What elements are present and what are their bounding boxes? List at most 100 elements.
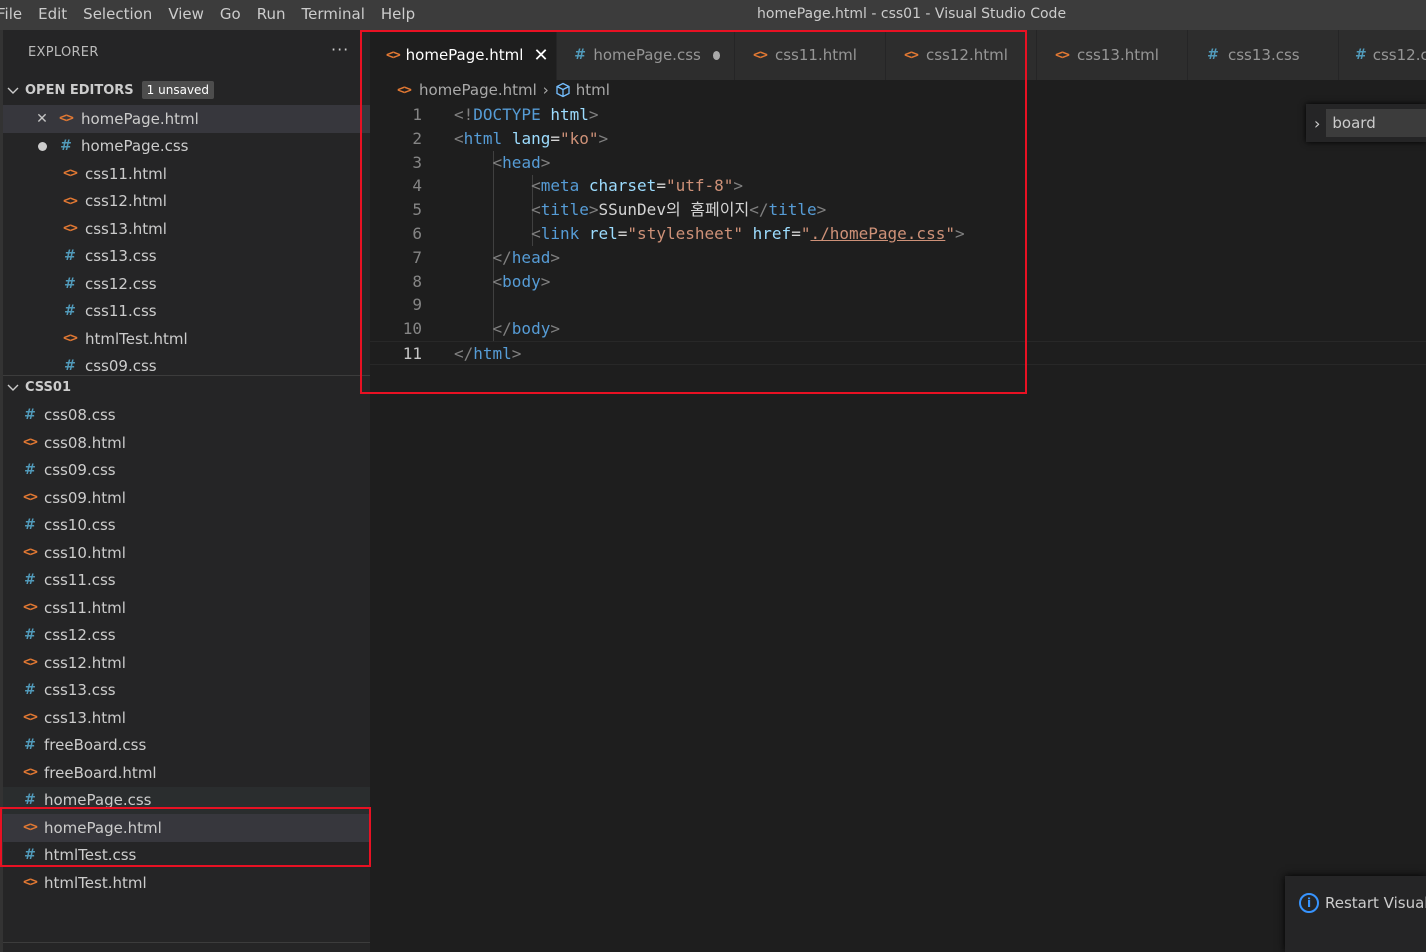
- tab-label: css12.html: [926, 46, 1008, 64]
- breadcrumb-symbol[interactable]: html: [576, 81, 610, 99]
- file-name: css07.html: [44, 393, 126, 397]
- open-editor-item[interactable]: <> css11.html: [3, 160, 370, 188]
- file-tree-item[interactable]: # css11.css: [3, 567, 370, 595]
- open-editor-item[interactable]: # css12.css: [3, 270, 370, 298]
- code-line: </html>: [454, 343, 522, 363]
- menu-terminal[interactable]: Terminal: [294, 0, 373, 30]
- line-number: 4: [412, 176, 422, 196]
- tab-css11-html[interactable]: <> css11.html: [735, 30, 886, 80]
- section-divider: [3, 942, 370, 943]
- tab-css13-css[interactable]: # css13.css: [1188, 30, 1339, 80]
- tab-label: css11.html: [775, 46, 857, 64]
- html-file-icon: <>: [23, 820, 38, 836]
- close-icon[interactable]: ✕: [31, 111, 53, 127]
- file-name: css08.css: [44, 406, 116, 425]
- file-name: htmlTest.html: [44, 873, 147, 892]
- css-file-icon: #: [60, 138, 72, 155]
- file-tree-item[interactable]: # css08.css: [3, 402, 370, 430]
- file-tree-item[interactable]: <> htmlTest.html: [3, 869, 370, 897]
- unsaved-dot-icon[interactable]: [712, 50, 720, 60]
- breadcrumb-file[interactable]: homePage.html: [419, 81, 537, 99]
- editor-tabs: <> homePage.html ✕ # homePage.css <> css11.htm…: [370, 30, 1426, 80]
- code-line: </body>: [492, 319, 560, 339]
- file-name: freeBoard.css: [44, 736, 147, 755]
- html-file-icon: <>: [753, 47, 768, 63]
- open-editor-item[interactable]: # homePage.css: [3, 133, 370, 161]
- menu-edit[interactable]: Edit: [30, 0, 75, 30]
- file-tree-item[interactable]: # css09.css: [3, 457, 370, 485]
- file-name: css12.html: [44, 653, 126, 672]
- file-tree-item[interactable]: <> css07.html: [3, 393, 370, 402]
- html-file-icon: <>: [23, 435, 38, 451]
- file-tree-item[interactable]: <> freeBoard.html: [3, 759, 370, 787]
- open-editor-item[interactable]: <> htmlTest.html: [3, 325, 370, 353]
- open-editors-header[interactable]: OPEN EDITORS 1 unsaved: [5, 79, 215, 101]
- code-editor[interactable]: 1 <!DOCTYPE html> 2 <html lang="ko"> 3 <he…: [370, 103, 1426, 365]
- file-tree-item[interactable]: <> css13.html: [3, 704, 370, 732]
- tab-homepage-css[interactable]: # homePage.css: [557, 30, 735, 80]
- open-editor-item[interactable]: <> css12.html: [3, 188, 370, 216]
- file-tree-item[interactable]: <> homePage.html: [3, 814, 370, 842]
- file-tree-item[interactable]: <> css12.html: [3, 649, 370, 677]
- html-file-icon: <>: [23, 545, 38, 561]
- open-editor-label: homePage.css: [81, 137, 189, 156]
- file-tree-item[interactable]: # css13.css: [3, 677, 370, 705]
- tab-homepage-html[interactable]: <> homePage.html ✕: [370, 30, 557, 80]
- menu-view[interactable]: View: [160, 0, 212, 30]
- code-line: <head>: [492, 152, 551, 172]
- open-editor-item[interactable]: # css13.css: [3, 243, 370, 271]
- tab-css12-css[interactable]: # css12.css: [1339, 30, 1426, 80]
- file-tree-item[interactable]: <> css08.html: [3, 429, 370, 457]
- open-editor-label: css11.css: [85, 302, 157, 321]
- menu-help[interactable]: Help: [373, 0, 423, 30]
- file-tree-item[interactable]: # homePage.css: [3, 786, 370, 814]
- menu-run[interactable]: Run: [249, 0, 294, 30]
- file-tree-item[interactable]: <> css09.html: [3, 484, 370, 512]
- file-tree-item[interactable]: <> css10.html: [3, 539, 370, 567]
- file-tree-item[interactable]: # css12.css: [3, 622, 370, 650]
- html-file-icon: <>: [23, 765, 38, 781]
- file-name: css09.css: [44, 461, 116, 480]
- open-editor-item[interactable]: # css11.css: [3, 298, 370, 326]
- file-name: homePage.html: [44, 818, 162, 837]
- unsaved-dot-icon[interactable]: [31, 141, 53, 151]
- file-name: css10.css: [44, 516, 116, 535]
- window-title: homePage.html - css01 - Visual Studio Co…: [757, 6, 1067, 22]
- file-tree-item[interactable]: # css10.css: [3, 512, 370, 540]
- tab-css13-html[interactable]: <> css13.html: [1037, 30, 1188, 80]
- line-number: 7: [412, 247, 422, 267]
- code-line: <meta charset="utf-8">: [531, 176, 744, 196]
- toggle-replace-chevron-icon[interactable]: ›: [1314, 114, 1320, 133]
- file-tree-item[interactable]: # htmlTest.css: [3, 842, 370, 870]
- file-tree-item[interactable]: <> css11.html: [3, 594, 370, 622]
- html-file-icon: <>: [397, 82, 412, 98]
- html-file-icon: <>: [23, 655, 38, 671]
- open-editor-label: htmlTest.html: [85, 329, 188, 348]
- open-editor-item[interactable]: ✕ <> homePage.html: [3, 105, 370, 133]
- more-actions-icon[interactable]: ···: [331, 40, 349, 59]
- line-number: 9: [412, 295, 422, 315]
- line-number: 2: [412, 128, 422, 148]
- explorer-title: EXPLORER: [28, 45, 99, 60]
- menu-go[interactable]: Go: [212, 0, 249, 30]
- open-editor-item[interactable]: # css09.css: [3, 353, 370, 375]
- find-input[interactable]: board: [1326, 109, 1426, 137]
- html-file-icon: <>: [23, 875, 38, 891]
- open-editor-item[interactable]: <> css13.html: [3, 215, 370, 243]
- close-icon[interactable]: ✕: [533, 45, 548, 66]
- css-file-icon: #: [24, 572, 36, 589]
- open-editor-label: css13.html: [85, 219, 167, 238]
- file-name: css08.html: [44, 433, 126, 452]
- tab-css12-html[interactable]: <> css12.html: [886, 30, 1037, 80]
- menu-selection[interactable]: Selection: [75, 0, 160, 30]
- open-editor-label: homePage.html: [81, 109, 199, 128]
- open-editors-label: OPEN EDITORS: [25, 82, 134, 98]
- file-tree: <> css07.html # css08.css <> css08.html # css09…: [3, 393, 370, 952]
- css-file-icon: #: [24, 407, 36, 424]
- html-file-icon: <>: [1055, 47, 1070, 63]
- menu-file[interactable]: File: [0, 0, 30, 30]
- open-editor-label: css12.css: [85, 274, 157, 293]
- file-tree-item[interactable]: # freeBoard.css: [3, 732, 370, 760]
- notification-text: Restart Visual: [1325, 894, 1426, 912]
- open-editor-label: css09.css: [85, 357, 157, 375]
